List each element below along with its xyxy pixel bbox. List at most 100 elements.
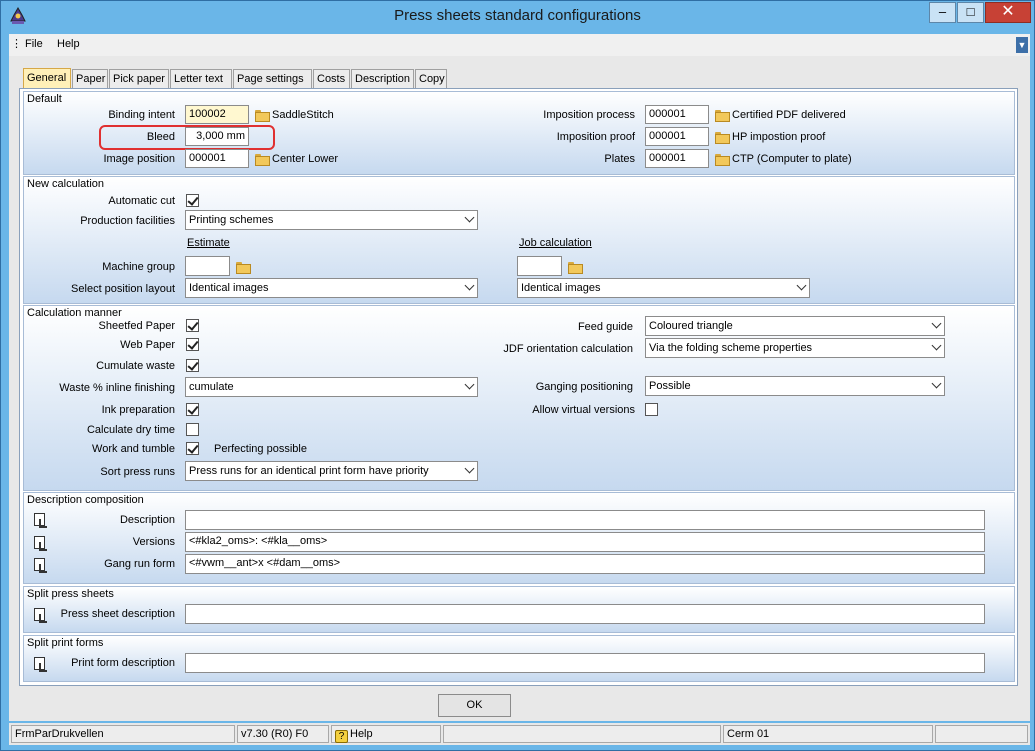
chevron-down-icon: [464, 379, 475, 390]
imposition-proof-folder-icon[interactable]: [715, 132, 730, 144]
feed-guide-value: Coloured triangle: [649, 320, 733, 332]
tab-description[interactable]: Description: [351, 69, 414, 89]
status-bar: FrmParDrukvellen v7.30 (R0) F0 ? Help Cer…: [9, 723, 1030, 745]
binding-intent-desc: SaddleStitch: [272, 109, 334, 121]
binding-intent-folder-icon[interactable]: [255, 110, 270, 122]
tab-page-settings[interactable]: Page settings: [233, 69, 312, 89]
maximize-button[interactable]: □: [957, 2, 984, 23]
chevron-down-icon: [931, 378, 942, 389]
menu-file[interactable]: File: [25, 38, 43, 50]
imposition-process-input[interactable]: 000001: [645, 105, 709, 124]
chevron-down-icon: [931, 318, 942, 329]
tab-copy[interactable]: Copy: [415, 69, 447, 89]
allow-virtual-versions-label: Allow virtual versions: [532, 404, 635, 416]
web-paper-checkbox[interactable]: [186, 338, 199, 351]
minimize-button[interactable]: –: [929, 2, 956, 23]
ok-button[interactable]: OK: [438, 694, 511, 717]
tab-costs[interactable]: Costs: [313, 69, 350, 89]
position-layout-estimate-select[interactable]: Identical images: [185, 278, 478, 298]
sheetfed-paper-checkbox[interactable]: [186, 319, 199, 332]
menu-bar: ⋮ File Help ▼: [9, 34, 1030, 56]
imposition-proof-input[interactable]: 000001: [645, 127, 709, 146]
feed-guide-select[interactable]: Coloured triangle: [645, 316, 945, 336]
tab-pick-paper[interactable]: Pick paper: [109, 69, 169, 89]
cumulate-waste-checkbox[interactable]: [186, 359, 199, 372]
image-position-desc: Center Lower: [272, 153, 339, 165]
allow-virtual-versions-checkbox[interactable]: [645, 403, 658, 416]
description-label: Description: [119, 514, 175, 526]
gang-run-form-label: Gang run form: [104, 558, 175, 570]
position-layout-job-select[interactable]: Identical images: [517, 278, 810, 298]
waste-inline-select[interactable]: cumulate: [185, 377, 478, 397]
imposition-proof-desc: HP impostion proof: [732, 131, 826, 143]
print-form-description-label: Print form description: [71, 657, 175, 669]
close-button[interactable]: ✕: [985, 2, 1031, 23]
sort-press-runs-value: Press runs for an identical print form h…: [189, 465, 429, 477]
plates-folder-icon[interactable]: [715, 154, 730, 166]
chevron-down-icon: [464, 212, 475, 223]
press-sheet-description-input[interactable]: [185, 604, 985, 624]
status-version: v7.30 (R0) F0: [237, 725, 329, 743]
binding-intent-label: Binding intent: [108, 109, 175, 121]
status-empty-1: [443, 725, 721, 743]
chevron-down-icon: [931, 340, 942, 351]
position-layout-estimate-value: Identical images: [189, 282, 269, 294]
gang-run-form-input[interactable]: <#vwm__ant>x <#dam__oms>: [185, 554, 985, 574]
main-window: Press sheets standard configurations – □…: [0, 0, 1035, 751]
machine-group-label: Machine group: [102, 261, 175, 273]
production-facilities-value: Printing schemes: [189, 214, 274, 226]
jdf-orientation-select[interactable]: Via the folding scheme properties: [645, 338, 945, 358]
versions-input[interactable]: <#kla2_oms>: <#kla__oms>: [185, 532, 985, 552]
cumulate-waste-label: Cumulate waste: [96, 360, 175, 372]
production-facilities-label: Production facilities: [80, 215, 175, 227]
status-user: Cerm 01: [723, 725, 933, 743]
status-empty-2: [935, 725, 1028, 743]
sort-press-runs-select[interactable]: Press runs for an identical print form h…: [185, 461, 478, 481]
print-form-description-input[interactable]: [185, 653, 985, 673]
group-description-composition-label: Description composition: [27, 494, 144, 506]
window-title: Press sheets standard configurations: [394, 7, 641, 24]
plates-desc: CTP (Computer to plate): [732, 153, 852, 165]
job-calculation-heading: Job calculation: [519, 237, 592, 249]
sheetfed-paper-label: Sheetfed Paper: [98, 320, 175, 332]
jdf-orientation-value: Via the folding scheme properties: [649, 342, 813, 354]
work-and-tumble-label: Work and tumble: [92, 443, 175, 455]
chevron-down-icon: [796, 280, 807, 291]
binding-intent-input[interactable]: 100002: [185, 105, 249, 124]
tab-letter-text[interactable]: Letter text: [170, 69, 232, 89]
imposition-process-folder-icon[interactable]: [715, 110, 730, 122]
ink-preparation-checkbox[interactable]: [186, 403, 199, 416]
ganging-positioning-select[interactable]: Possible: [645, 376, 945, 396]
versions-label: Versions: [132, 536, 175, 548]
imposition-proof-label: Imposition proof: [556, 131, 635, 143]
machine-group-estimate-folder-icon[interactable]: [236, 262, 251, 274]
menu-grip-icon: ⋮: [11, 38, 22, 50]
sort-press-runs-label: Sort press runs: [100, 466, 175, 478]
automatic-cut-label: Automatic cut: [108, 195, 175, 207]
description-input[interactable]: [185, 510, 985, 530]
machine-group-job-input[interactable]: [517, 256, 562, 276]
work-and-tumble-checkbox[interactable]: [186, 442, 199, 455]
image-position-folder-icon[interactable]: [255, 154, 270, 166]
group-new-calculation-label: New calculation: [27, 178, 105, 190]
tab-paper[interactable]: Paper: [72, 69, 108, 89]
group-calculation-manner-label: Calculation manner: [27, 307, 122, 319]
imposition-process-desc: Certified PDF delivered: [732, 109, 846, 121]
image-position-input[interactable]: 000001: [185, 149, 249, 168]
group-split-press-sheets-label: Split press sheets: [27, 588, 114, 600]
machine-group-job-folder-icon[interactable]: [568, 262, 583, 274]
menu-help[interactable]: Help: [57, 38, 80, 50]
ink-preparation-label: Ink preparation: [101, 404, 175, 416]
ganging-positioning-label: Ganging positioning: [535, 381, 633, 393]
status-help[interactable]: ? Help: [331, 725, 441, 743]
bleed-highlight: [99, 125, 275, 150]
press-sheet-description-label: Press sheet description: [60, 608, 175, 620]
calculate-dry-time-checkbox[interactable]: [186, 423, 199, 436]
plates-input[interactable]: 000001: [645, 149, 709, 168]
production-facilities-select[interactable]: Printing schemes: [185, 210, 478, 230]
menu-overflow-icon[interactable]: ▼: [1016, 37, 1028, 53]
machine-group-estimate-input[interactable]: [185, 256, 230, 276]
automatic-cut-checkbox[interactable]: [186, 194, 199, 207]
help-icon: ?: [335, 730, 348, 743]
tab-general[interactable]: General: [23, 68, 71, 90]
